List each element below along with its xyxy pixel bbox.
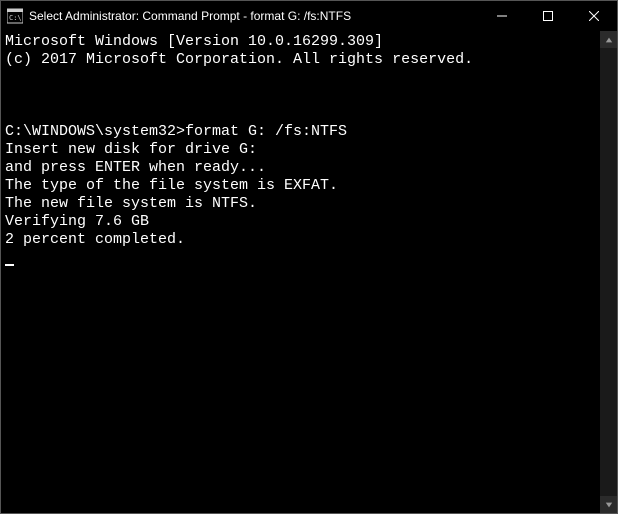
output-line: (c) 2017 Microsoft Corporation. All righ…: [5, 51, 473, 68]
svg-text:C:\: C:\: [9, 14, 22, 22]
output-line: Verifying 7.6 GB: [5, 213, 149, 230]
window-controls: [479, 1, 617, 31]
cmd-icon: C:\: [7, 8, 23, 24]
output-line: The new file system is NTFS.: [5, 195, 257, 212]
minimize-button[interactable]: [479, 1, 525, 31]
window-titlebar: C:\ Select Administrator: Command Prompt…: [1, 1, 617, 31]
window-title: Select Administrator: Command Prompt - f…: [29, 9, 479, 23]
close-button[interactable]: [571, 1, 617, 31]
vertical-scrollbar[interactable]: [600, 31, 617, 513]
output-line: 2 percent completed.: [5, 231, 185, 248]
command-input: format G: /fs:NTFS: [185, 123, 347, 140]
output-line: The type of the file system is EXFAT.: [5, 177, 338, 194]
scroll-up-button[interactable]: [600, 31, 617, 48]
terminal-output[interactable]: Microsoft Windows [Version 10.0.16299.30…: [1, 31, 600, 513]
output-line: Insert new disk for drive G:: [5, 141, 257, 158]
prompt: C:\WINDOWS\system32>: [5, 123, 185, 140]
terminal-area: Microsoft Windows [Version 10.0.16299.30…: [1, 31, 617, 513]
maximize-button[interactable]: [525, 1, 571, 31]
scroll-down-button[interactable]: [600, 496, 617, 513]
scroll-track[interactable]: [600, 48, 617, 496]
output-line: and press ENTER when ready...: [5, 159, 266, 176]
output-line: Microsoft Windows [Version 10.0.16299.30…: [5, 33, 383, 50]
cursor: [5, 264, 14, 266]
